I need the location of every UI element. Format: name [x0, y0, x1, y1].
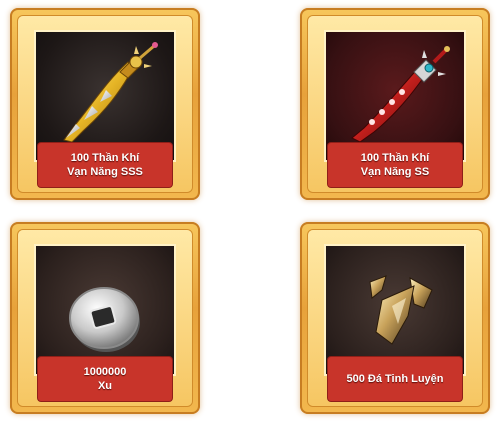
reward-name-line1: 100 Thần Khí — [360, 152, 430, 164]
reward-card-ss-weapon[interactable]: 100 Thần Khí Vạn Năng SS — [300, 8, 490, 200]
reward-label: 100 Thần Khí Vạn Năng SSS — [38, 143, 172, 187]
reward-card-sss-weapon[interactable]: 100 Thần Khí Vạn Năng SSS — [10, 8, 200, 200]
golden-sword-icon — [63, 42, 158, 143]
reward-name-line2: Xu — [97, 380, 113, 392]
reward-label: 100 Thần Khí Vạn Năng SS — [328, 143, 462, 187]
reward-name-line2: Vạn Năng SS — [360, 166, 430, 178]
reward-name-line1: 500 Đá Tinh Luyện — [346, 373, 444, 385]
reward-name-line1: 1000000 — [83, 366, 127, 378]
reward-name-line2: Vạn Năng SSS — [67, 166, 143, 178]
reward-card-refining-stone[interactable]: 500 Đá Tinh Luyện — [300, 222, 490, 414]
reward-card-coins[interactable]: 1000000 Xu — [10, 222, 200, 414]
silver-coin-icon — [69, 287, 140, 352]
red-sword-icon — [351, 46, 450, 143]
reward-name-line1: 100 Thần Khí — [70, 152, 140, 164]
reward-label: 500 Đá Tinh Luyện — [328, 357, 462, 401]
reward-label: 1000000 Xu — [38, 357, 172, 401]
refining-stone-icon — [369, 275, 433, 345]
